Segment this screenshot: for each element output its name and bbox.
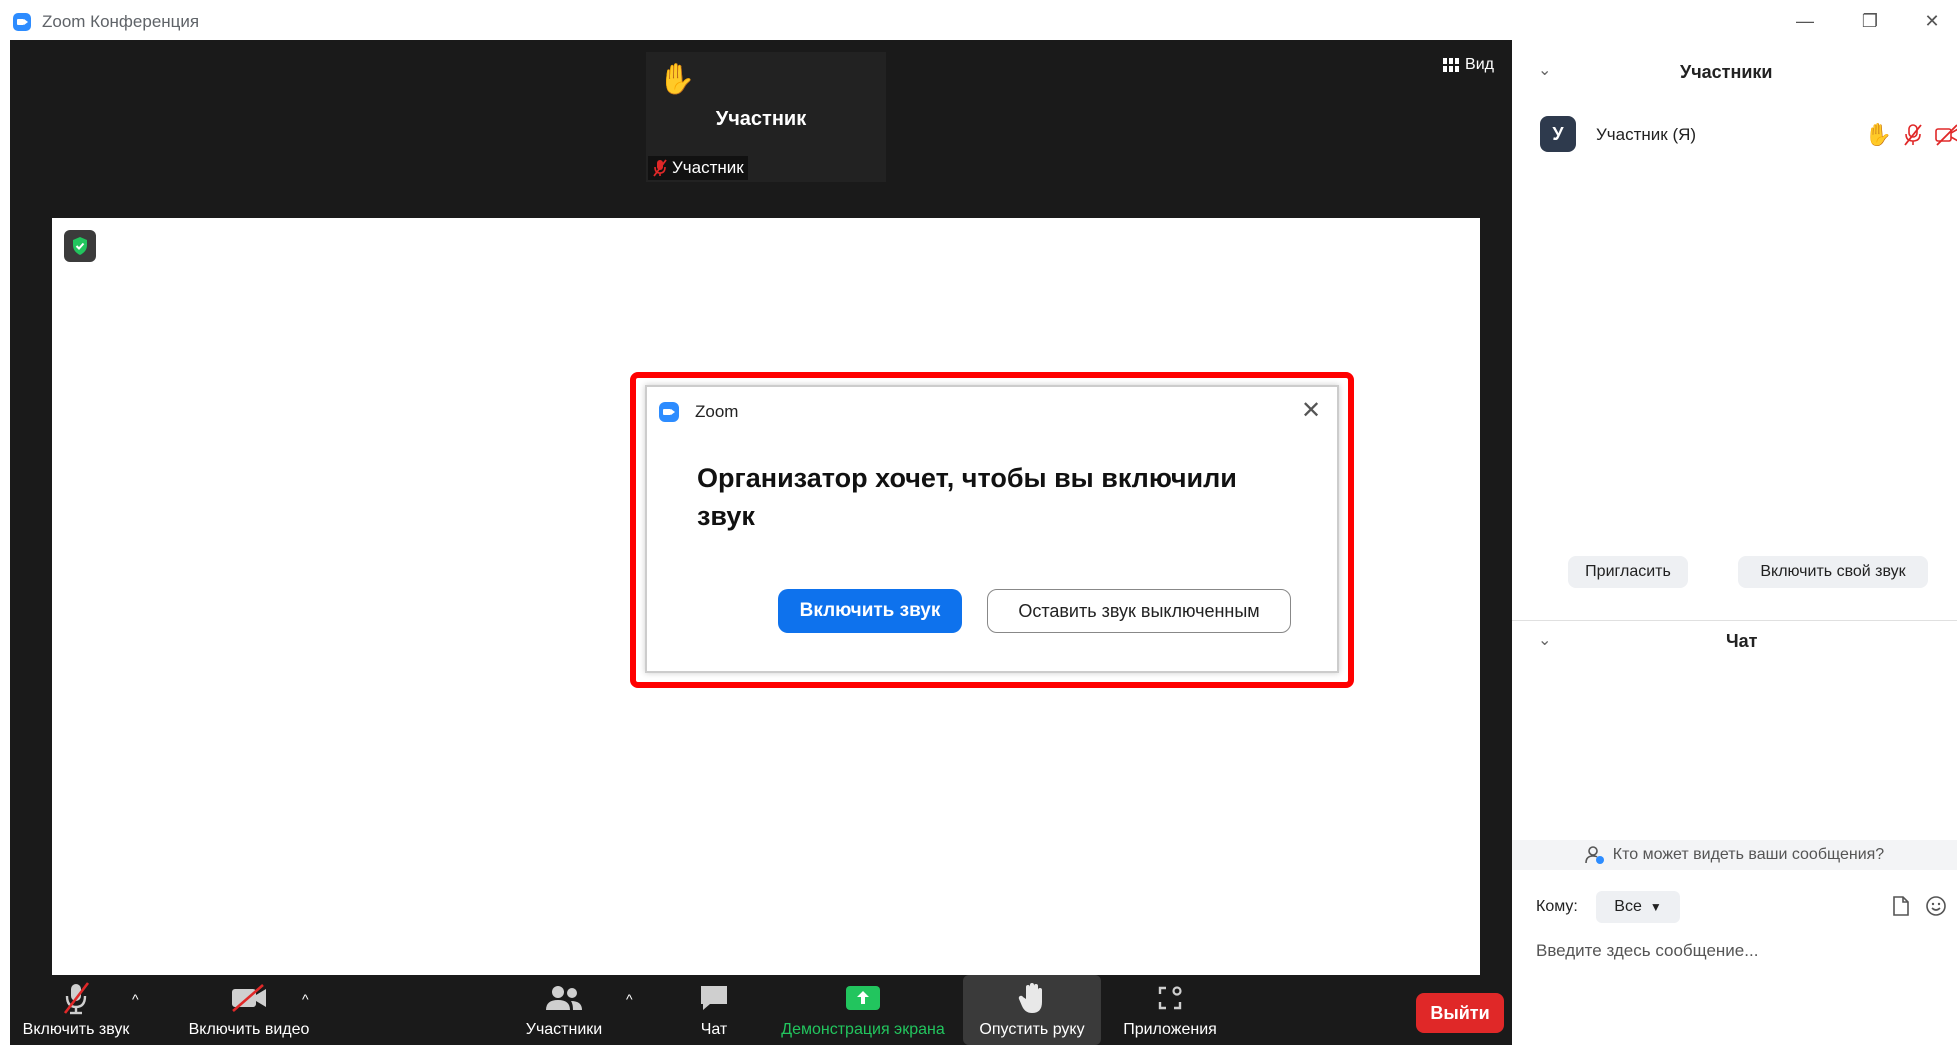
- zoom-dialog-icon: [659, 402, 679, 422]
- lower-hand-toolbar-button[interactable]: Опустить руку: [963, 975, 1101, 1045]
- thumbnail-name-large: Участник: [715, 108, 807, 130]
- who-can-see-messages-link[interactable]: Кто может видеть ваши сообщения?: [1512, 840, 1957, 870]
- dialog-message: Организатор хочет, чтобы вы включили зву…: [697, 463, 1237, 531]
- side-panel: ⌄ Участники У Участник (Я) ✋ Пригласить …: [1512, 40, 1957, 1045]
- audio-options-caret[interactable]: ^: [132, 991, 139, 1007]
- start-video-toolbar-button[interactable]: Включить видео: [178, 975, 320, 1045]
- participants-collapse-chevron-icon[interactable]: ⌄: [1538, 60, 1551, 80]
- minimize-button[interactable]: —: [1785, 6, 1825, 36]
- participant-row[interactable]: У Участник (Я) ✋: [1540, 116, 1957, 156]
- chat-collapse-chevron-icon[interactable]: ⌄: [1538, 630, 1551, 650]
- security-shield-icon[interactable]: [64, 230, 96, 262]
- participants-icon: [544, 981, 584, 1015]
- chat-message-input[interactable]: [1536, 936, 1936, 966]
- thumbnail-name-tag: Участник: [648, 156, 748, 180]
- window-title: Zoom Конференция: [42, 12, 200, 31]
- share-screen-label: Демонстрация экрана: [781, 1021, 945, 1038]
- video-off-icon: [229, 981, 269, 1015]
- mic-muted-icon: [61, 981, 91, 1015]
- person-info-icon: [1584, 846, 1604, 864]
- participant-status-icons: ✋: [1865, 122, 1957, 148]
- recipient-value: Все: [1614, 898, 1642, 915]
- chat-panel-title: Чат: [1726, 631, 1758, 651]
- unmute-toolbar-button[interactable]: Включить звук: [16, 975, 136, 1045]
- who-can-see-messages-text: Кто может видеть ваши сообщения?: [1612, 846, 1885, 863]
- video-off-icon: [1935, 124, 1957, 146]
- restore-button[interactable]: ❐: [1850, 6, 1890, 36]
- chat-tools: [1891, 895, 1947, 917]
- view-label: Вид: [1465, 56, 1494, 73]
- raised-hand-icon: ✋: [1864, 122, 1892, 147]
- unmute-label: Включить звук: [22, 1021, 130, 1038]
- apps-toolbar-button[interactable]: Приложения: [1108, 975, 1232, 1045]
- raised-hand-icon: ✋: [658, 63, 696, 96]
- mic-muted-icon: [1904, 124, 1922, 146]
- chat-label: Чат: [700, 1021, 728, 1038]
- mic-muted-icon: [653, 159, 667, 177]
- start-video-label: Включить видео: [188, 1021, 310, 1038]
- participants-label: Участники: [525, 1021, 603, 1038]
- chat-toolbar-button[interactable]: Чат: [674, 975, 754, 1045]
- unmute-request-dialog: Zoom ✕ Организатор хочет, чтобы вы включ…: [645, 385, 1339, 673]
- panel-divider: [1512, 620, 1957, 621]
- zoom-app-icon: [13, 13, 31, 31]
- leave-button[interactable]: Выйти: [1416, 993, 1504, 1033]
- title-bar: Zoom Конференция — ❐ ✕: [0, 0, 1957, 40]
- share-screen-toolbar-button[interactable]: Демонстрация экрана: [772, 975, 954, 1045]
- avatar: У: [1540, 116, 1576, 152]
- video-options-caret[interactable]: ^: [302, 991, 309, 1007]
- hand-icon: [1017, 981, 1047, 1015]
- participant-thumbnail[interactable]: ✋ Участник Участник: [646, 52, 886, 182]
- dialog-title: Zoom: [695, 402, 739, 421]
- file-icon[interactable]: [1891, 895, 1911, 917]
- view-button[interactable]: Вид: [1443, 56, 1494, 74]
- share-screen-icon: [845, 981, 881, 1015]
- apps-icon: [1155, 981, 1185, 1015]
- invite-button[interactable]: Пригласить: [1568, 556, 1688, 588]
- grid-view-icon: [1443, 58, 1460, 72]
- emoji-icon[interactable]: [1925, 895, 1947, 917]
- unmute-self-button[interactable]: Включить свой звук: [1738, 556, 1928, 588]
- chat-bubble-icon: [698, 981, 730, 1015]
- meeting-toolbar: Включить звук ^ Включить видео ^ Участни…: [10, 975, 1512, 1045]
- chevron-down-icon: ▼: [1649, 900, 1662, 914]
- participants-toolbar-button[interactable]: Участники: [504, 975, 624, 1045]
- close-window-button[interactable]: ✕: [1912, 6, 1952, 36]
- participants-options-caret[interactable]: ^: [626, 991, 633, 1007]
- thumbnail-name-small: Участник: [672, 158, 744, 177]
- dialog-close-icon[interactable]: ✕: [1297, 397, 1325, 425]
- lower-hand-label: Опустить руку: [979, 1021, 1085, 1038]
- participant-name: Участник (Я): [1596, 125, 1697, 144]
- unmute-button[interactable]: Включить звук: [778, 589, 962, 633]
- stay-muted-button[interactable]: Оставить звук выключенным: [987, 589, 1291, 633]
- participants-panel-title: Участники: [1680, 62, 1773, 82]
- recipient-select[interactable]: Все ▼: [1596, 891, 1680, 923]
- recipient-label: Кому:: [1536, 898, 1578, 915]
- apps-label: Приложения: [1123, 1021, 1217, 1038]
